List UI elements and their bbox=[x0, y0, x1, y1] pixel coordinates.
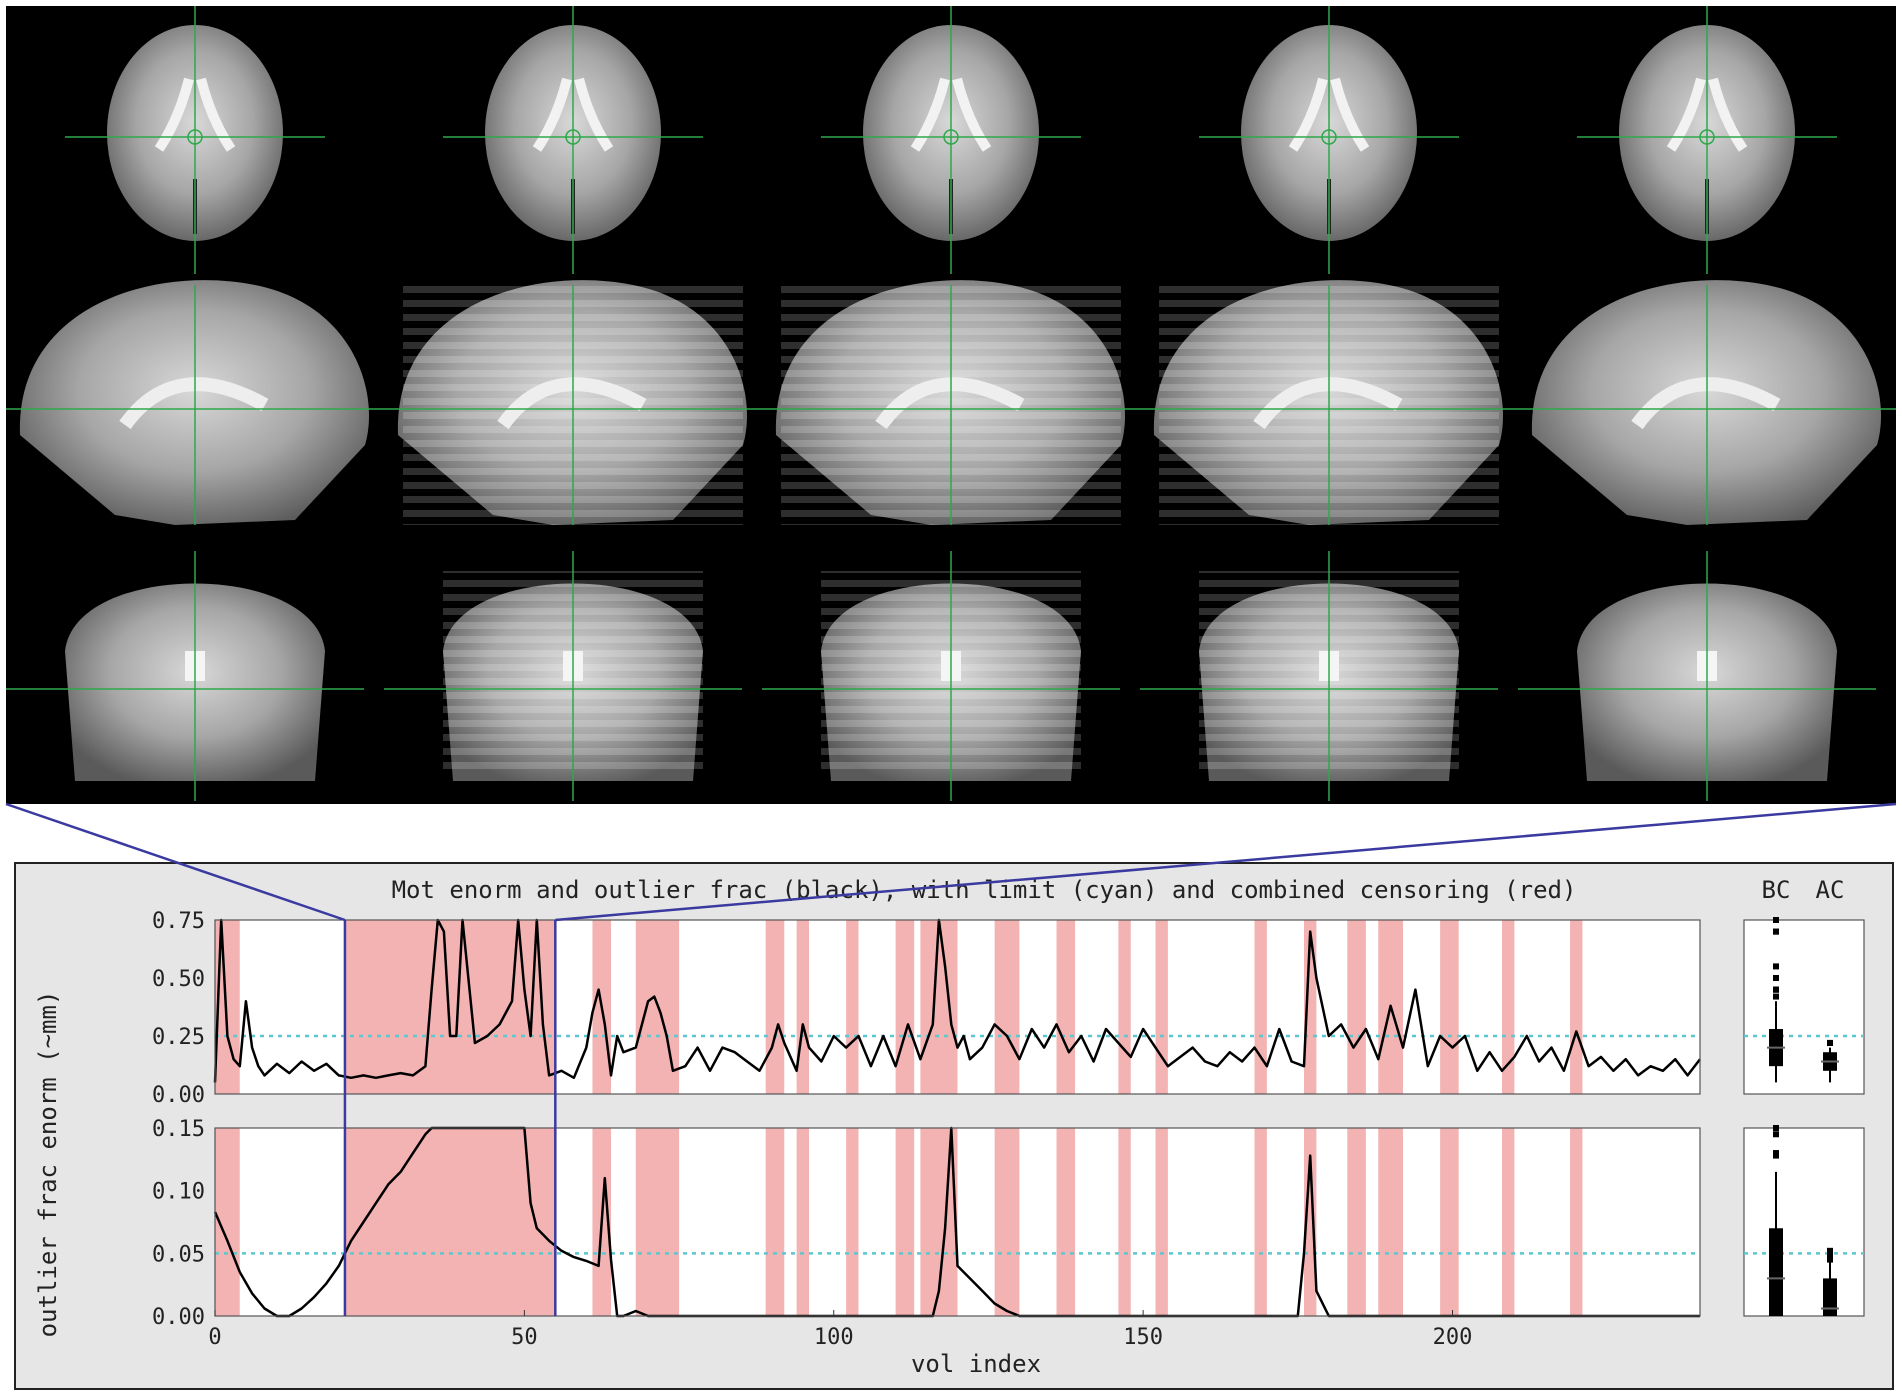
outlier-boxplot-axes bbox=[1743, 1125, 1865, 1317]
bc-label: BC bbox=[1762, 876, 1791, 904]
y-axis-label: outlier frac enorm (~mm) bbox=[34, 991, 62, 1338]
censor-band bbox=[846, 1128, 859, 1316]
y-tick-label: 0.00 bbox=[152, 1083, 205, 1108]
y-tick-label: 0.15 bbox=[152, 1117, 205, 1142]
censor-band bbox=[1347, 1128, 1366, 1316]
censor-band bbox=[765, 1128, 785, 1316]
brain-slice-coronal-5 bbox=[1518, 551, 1876, 801]
bc-outlier-point bbox=[1773, 975, 1779, 981]
x-tick-label: 100 bbox=[814, 1325, 854, 1350]
censor-band bbox=[1440, 1128, 1459, 1316]
censor-band bbox=[796, 1128, 809, 1316]
enorm-axes: 0.75 0.50 0.25 0.00 bbox=[152, 909, 1701, 1108]
censor-band bbox=[1056, 1128, 1076, 1316]
brain-slice-axial-4 bbox=[1199, 4, 1459, 274]
boxplot-frame bbox=[1743, 1127, 1865, 1317]
censor-band bbox=[344, 1128, 556, 1316]
y-tick-label: 0.75 bbox=[152, 909, 205, 934]
x-tick-label: 50 bbox=[511, 1325, 538, 1350]
brain-montage bbox=[6, 4, 1896, 804]
ac-outlier-point bbox=[1827, 1039, 1833, 1046]
censor-band bbox=[1118, 1128, 1131, 1316]
censor-band bbox=[796, 920, 809, 1094]
brain-slice-sagittal-1 bbox=[6, 280, 384, 525]
bc-outlier-point bbox=[1773, 963, 1779, 970]
y-tick-label: 0.05 bbox=[152, 1242, 205, 1267]
censor-band bbox=[1118, 920, 1131, 1094]
bc-outlier-point bbox=[1773, 1150, 1779, 1157]
brain-slice-coronal-1 bbox=[6, 551, 364, 801]
censor-band bbox=[1155, 1128, 1168, 1316]
ac-outlier-point bbox=[1827, 1247, 1833, 1254]
y-tick-label: 0.25 bbox=[152, 1025, 205, 1050]
censor-band bbox=[1570, 1128, 1583, 1316]
brain-slice-axial-1 bbox=[65, 4, 325, 274]
y-tick-label: 0.10 bbox=[152, 1180, 205, 1205]
censor-band bbox=[895, 1128, 915, 1316]
y-tick-label: 0.50 bbox=[152, 967, 205, 992]
bc-box bbox=[1769, 1228, 1783, 1316]
brain-slice-sagittal-2 bbox=[384, 280, 762, 525]
censor-band bbox=[994, 920, 1020, 1094]
brain-slice-coronal-3 bbox=[762, 551, 1120, 801]
x-tick-label: 200 bbox=[1433, 1325, 1473, 1350]
brain-slice-coronal-4 bbox=[1140, 551, 1498, 801]
brain-slice-axial-3 bbox=[821, 4, 1081, 274]
censor-band bbox=[344, 920, 556, 1094]
censor-band bbox=[1254, 920, 1267, 1094]
brain-slice-sagittal-3 bbox=[762, 280, 1140, 525]
censor-band bbox=[1155, 920, 1168, 1094]
plot-title: Mot enorm and outlier frac (black), with… bbox=[392, 876, 1577, 904]
enorm-boxplot-axes bbox=[1743, 917, 1865, 1095]
censor-band bbox=[765, 920, 785, 1094]
qc-plot-svg: Mot enorm and outlier frac (black), with… bbox=[34, 876, 1865, 1378]
x-tick-label: 150 bbox=[1123, 1325, 1163, 1350]
qc-plot-panel: Mot enorm and outlier frac (black), with… bbox=[14, 862, 1894, 1390]
censor-band bbox=[895, 920, 915, 1094]
brain-slice-axial-2 bbox=[443, 4, 703, 274]
brain-slice-axial-5 bbox=[1577, 4, 1837, 274]
brain-slice-sagittal-4 bbox=[1140, 280, 1518, 525]
brain-montage-svg bbox=[6, 4, 1896, 801]
bc-outlier-point bbox=[1773, 986, 1779, 993]
ac-label: AC bbox=[1816, 876, 1845, 904]
bc-outlier-point bbox=[1773, 928, 1779, 935]
censor-band bbox=[1378, 1128, 1403, 1316]
censor-band bbox=[1502, 1128, 1515, 1316]
brain-slice-coronal-2 bbox=[384, 551, 742, 801]
censor-band bbox=[1056, 920, 1076, 1094]
bc-outlier-point bbox=[1773, 917, 1779, 923]
boxplot-frame bbox=[1743, 919, 1865, 1095]
bc-outlier-point bbox=[1773, 1131, 1779, 1138]
outlier-axes: 0.15 0.10 0.05 0.000 50 100 150 200 bbox=[152, 1117, 1701, 1350]
censor-band bbox=[1254, 1128, 1267, 1316]
bc-outlier-point bbox=[1773, 993, 1779, 1000]
x-tick-label: 0 bbox=[208, 1325, 221, 1350]
censor-band bbox=[846, 920, 859, 1094]
censor-band bbox=[635, 1128, 680, 1316]
ac-box bbox=[1823, 1278, 1837, 1316]
censor-band bbox=[994, 1128, 1020, 1316]
y-tick-label: 0.00 bbox=[152, 1305, 205, 1330]
bc-outlier-point bbox=[1773, 1125, 1779, 1131]
brain-slice-sagittal-5 bbox=[1518, 280, 1896, 525]
censor-band bbox=[920, 920, 958, 1094]
censor-band bbox=[1440, 920, 1459, 1094]
censor-band bbox=[1347, 920, 1366, 1094]
censor-band bbox=[1570, 920, 1583, 1094]
x-axis-label: vol index bbox=[911, 1350, 1041, 1378]
